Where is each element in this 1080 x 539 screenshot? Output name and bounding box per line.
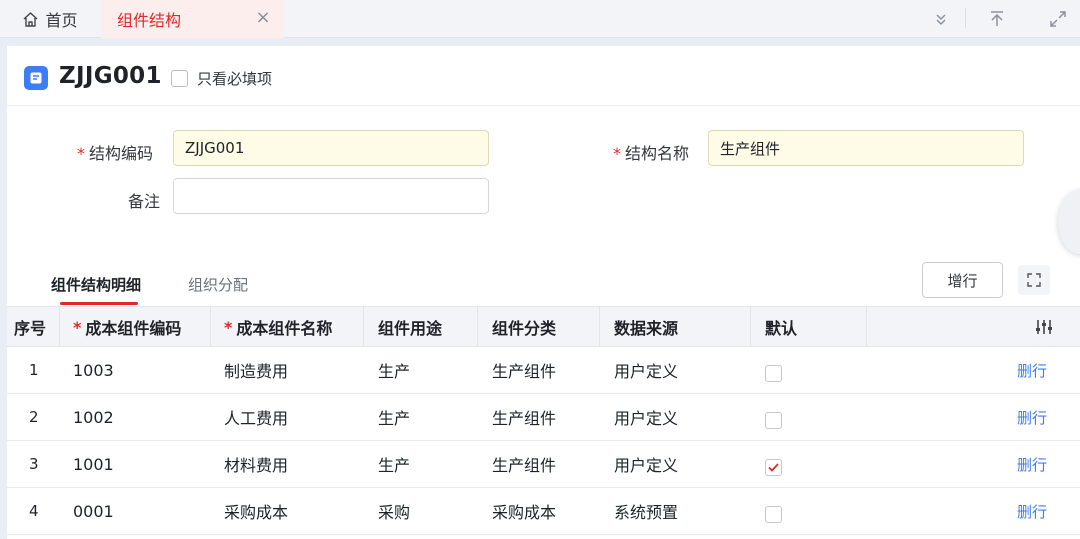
tab-home-label: 首页 [45, 11, 78, 30]
cell-usage[interactable]: 生产 [378, 394, 410, 440]
cell-source: 用户定义 [614, 456, 679, 475]
only-required-label: 只看必填项 [197, 70, 273, 88]
table-row: 4 0001 采购成本 采购 采购成本 系统预置 删行 [7, 488, 1080, 535]
cell-name[interactable]: 材料费用 [224, 441, 288, 487]
delete-row-link[interactable]: 删行 [1017, 441, 1047, 487]
structure-name-input[interactable] [708, 130, 1024, 166]
page-title: ZJJG001 [59, 63, 162, 89]
cell-seq: 1 [29, 361, 39, 379]
cell-category[interactable]: 生产组件 [492, 441, 556, 487]
default-checkbox[interactable] [765, 459, 782, 476]
cell-category[interactable]: 生产组件 [492, 394, 556, 440]
column-settings[interactable] [867, 307, 1080, 347]
column-header-seq: 序号 [7, 307, 60, 347]
remark-label: 备注 [128, 192, 161, 211]
document-icon [24, 66, 48, 90]
cell-name[interactable]: 制造费用 [224, 347, 288, 393]
structure-code-label: * 结构编码 [77, 144, 154, 163]
delete-row-link[interactable]: 删行 [1017, 347, 1047, 393]
required-marker: * [77, 144, 85, 163]
fullscreen-icon[interactable] [1018, 265, 1050, 295]
home-icon [24, 11, 38, 27]
default-checkbox[interactable] [765, 412, 782, 429]
tab-bar: 首页 组件结构 × [0, 0, 1080, 38]
structure-code-input[interactable] [173, 130, 489, 166]
default-checkbox[interactable] [765, 506, 782, 523]
remark-input[interactable] [173, 178, 489, 214]
column-settings-icon[interactable] [1035, 319, 1053, 335]
column-header-default: 默认 [751, 307, 867, 347]
cell-category[interactable]: 生产组件 [492, 347, 556, 393]
active-tab-indicator [60, 302, 138, 305]
cell-source: 系统预置 [614, 503, 679, 522]
upload-icon[interactable] [985, 7, 1009, 31]
column-header-name: * 成本组件名称 [211, 307, 364, 347]
tab-component-structure[interactable]: 组件结构 × [101, 0, 284, 38]
delete-row-link[interactable]: 删行 [1017, 488, 1047, 534]
table-row: 3 1001 材料费用 生产 生产组件 用户定义 删行 [7, 441, 1080, 488]
cell-code[interactable]: 1001 [73, 441, 114, 487]
table-row: 2 1002 人工费用 生产 生产组件 用户定义 删行 [7, 394, 1080, 441]
cell-code[interactable]: 1003 [73, 347, 114, 393]
table-row: 1 1003 制造费用 生产 生产组件 用户定义 删行 [7, 347, 1080, 394]
tab-component-detail[interactable]: 组件结构明细 [51, 274, 141, 295]
cell-usage[interactable]: 生产 [378, 347, 410, 393]
table-header: 序号 * 成本组件编码 * 成本组件名称 组件用途 组件分类 数据来源 默认 [7, 306, 1080, 347]
only-required-checkbox[interactable] [171, 70, 188, 87]
toolbar-divider [965, 8, 966, 28]
required-marker: * [613, 144, 621, 163]
cell-source: 用户定义 [614, 362, 679, 381]
cell-seq: 2 [29, 408, 39, 426]
tab-component-structure-label: 组件结构 [117, 11, 182, 30]
cell-name[interactable]: 人工费用 [224, 394, 288, 440]
column-header-source: 数据来源 [600, 307, 751, 347]
check-icon [768, 463, 779, 472]
cell-name[interactable]: 采购成本 [224, 488, 288, 534]
expand-icon[interactable] [1046, 7, 1070, 31]
tab-home[interactable]: 首页 [0, 0, 100, 38]
cell-code[interactable]: 1002 [73, 394, 114, 440]
cell-code[interactable]: 0001 [73, 488, 114, 534]
close-icon[interactable]: × [254, 9, 272, 27]
column-header-usage: 组件用途 [364, 307, 478, 347]
cell-usage[interactable]: 生产 [378, 441, 410, 487]
default-checkbox[interactable] [765, 365, 782, 382]
column-header-category: 组件分类 [478, 307, 600, 347]
structure-name-label: * 结构名称 [613, 144, 690, 163]
document-header: ZJJG001 只看必填项 [7, 46, 1080, 106]
add-row-button[interactable]: 增行 [922, 262, 1003, 298]
chevron-double-down-icon[interactable] [929, 7, 953, 31]
cell-usage[interactable]: 采购 [378, 488, 410, 534]
tab-org-assignment[interactable]: 组织分配 [188, 274, 248, 295]
delete-row-link[interactable]: 删行 [1017, 394, 1047, 440]
cell-category[interactable]: 采购成本 [492, 488, 556, 534]
cell-source: 用户定义 [614, 409, 679, 428]
column-header-code: * 成本组件编码 [60, 307, 211, 347]
cell-seq: 3 [29, 455, 39, 473]
form-card: ZJJG001 只看必填项 *结构编码 *结构名称 备注 组件结构明细 组织分配… [7, 46, 1080, 539]
cell-seq: 4 [29, 502, 39, 520]
